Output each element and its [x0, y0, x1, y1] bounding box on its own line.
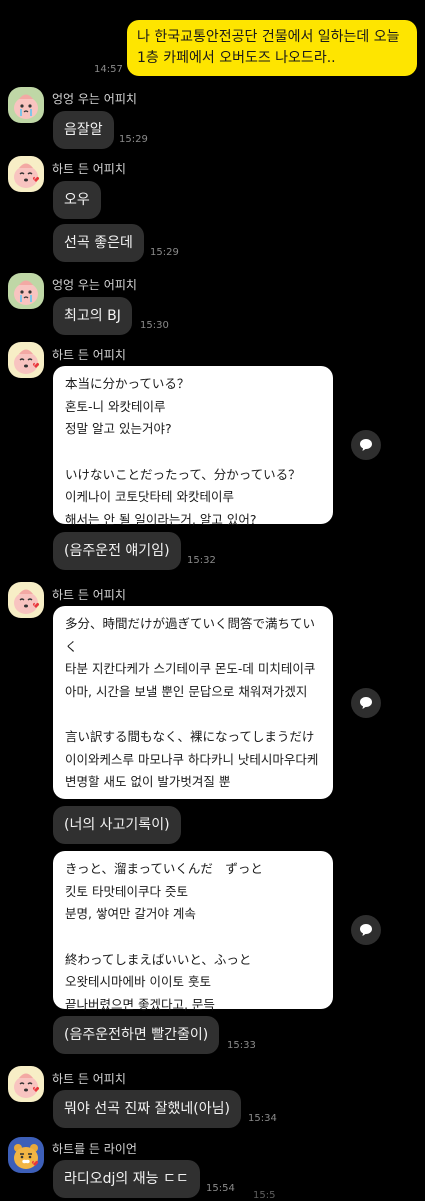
message-time: 15:30: [140, 320, 169, 331]
message-line: 타분 지칸다케가 스기테이쿠 몬도-데 미치테이쿠: [65, 661, 316, 676]
message-line: 해서는 안 될 일이라는거, 알고 있어?: [65, 511, 257, 527]
message-line: 이케나이 코토닷타테 와캇테이루: [65, 489, 234, 504]
message-line: く: [65, 638, 78, 654]
message-line: 아마, 시간을 보낼 뿐인 문답으로 채워져가겠지: [65, 683, 308, 699]
message-time: 15:34: [248, 1113, 277, 1124]
message-time: 15:54: [206, 1183, 235, 1194]
message-bubble[interactable]: 선곡 좋은데: [53, 224, 144, 262]
sender-name: 엉엉 우는 어피치: [52, 92, 137, 106]
message-bubble[interactable]: (음주운전하면 빨간줄이): [53, 1016, 220, 1054]
message-time: 15:29: [150, 247, 179, 258]
peach-avatar-icon[interactable]: [8, 1066, 44, 1102]
message-time: 15:29: [119, 134, 148, 145]
sender-name: 하트를 든 라이언: [52, 1142, 137, 1156]
sent-message-bubble[interactable]: 나 한국교통안전공단 건물에서 일하는데 오늘 1층 카페에서 오버도즈 나오드…: [127, 20, 417, 76]
message-time: 15:33: [227, 1040, 256, 1051]
message-bubble[interactable]: 라디오dj의 재능 ㄷㄷ: [53, 1160, 200, 1198]
sent-message-line: 1층 카페에서 오버도즈 나오드라..: [137, 50, 336, 66]
peach-avatar-icon[interactable]: [8, 87, 44, 123]
message-bubble[interactable]: 뭐야 선곡 진짜 잘했네(아님): [53, 1090, 241, 1128]
long-message-bubble[interactable]: 多分、時間だけが過ぎていく問答で満ちてい く 타분 지칸다케가 스기테이쿠 몬도…: [53, 606, 333, 799]
sender-name: 하트 든 어피치: [52, 1072, 126, 1086]
peach-avatar-icon[interactable]: [8, 156, 44, 192]
message-line: 이이와케스루 마모나쿠 하다카니 낫테시마우다케: [65, 751, 319, 767]
sender-name: 엉엉 우는 어피치: [52, 278, 137, 292]
share-icon[interactable]: [351, 915, 381, 945]
sent-message-line: 나 한국교통안전공단 건물에서 일하는데 오늘: [137, 29, 400, 45]
message-line: 本当に分かっている？: [65, 376, 190, 391]
message-bubble[interactable]: (음주운전 얘기임): [53, 532, 181, 570]
message-line: 정말 알고 있는거야?: [65, 421, 172, 436]
peach-avatar-icon[interactable]: [8, 273, 44, 309]
message-bubble[interactable]: 최고의 BJ: [53, 297, 132, 335]
message-line: 終わってしまえばいいと、ふっと: [65, 951, 252, 967]
message-time: 15:5: [253, 1190, 276, 1201]
long-message-bubble[interactable]: きっと、溜まっていくんだ ずっと 킷토 타맛테이쿠다 즛토 분명, 쌓여만 갈거…: [53, 851, 333, 1012]
message-time: 14:57: [94, 64, 123, 75]
message-line: いけないことだったって、分かっている？: [65, 466, 301, 482]
message-line: 言い訳する間もなく、裸になってしまうだけ: [65, 729, 315, 744]
message-line: 오왓테시마에바 이이토 훗토: [65, 974, 211, 989]
message-time: 15:32: [187, 555, 216, 566]
message-bubble[interactable]: 음잘알: [53, 111, 114, 149]
sender-name: 하트 든 어피치: [52, 348, 126, 362]
message-line: 분명, 쌓여만 갈거야 계속: [65, 906, 196, 921]
message-line: 혼토-니 와캇테이루: [65, 398, 166, 414]
message-bubble[interactable]: 오우: [53, 181, 101, 219]
sender-name: 하트 든 어피치: [52, 588, 126, 602]
peach-avatar-icon[interactable]: [8, 342, 44, 378]
share-icon[interactable]: [351, 688, 381, 718]
peach-avatar-icon[interactable]: [8, 582, 44, 618]
message-bubble[interactable]: (너의 사고기록이): [53, 806, 181, 844]
long-message-bubble[interactable]: 本当に分かっている？ 혼토-니 와캇테이루 정말 알고 있는거야? いけないこと…: [53, 366, 333, 527]
message-line: 多分、時間だけが過ぎていく問答で満ちてい: [65, 616, 316, 631]
sender-name: 하트 든 어피치: [52, 162, 126, 176]
message-line: きっと、溜まっていくんだ ずっと: [65, 861, 263, 876]
message-line: 끝나버렸으면 좋겠다고, 문득: [65, 996, 215, 1012]
ryan-avatar-icon[interactable]: [8, 1137, 44, 1173]
message-line: 킷토 타맛테이쿠다 즛토: [65, 883, 188, 899]
share-icon[interactable]: [351, 430, 381, 460]
message-line: 변명할 새도 없이 발가벗겨질 뿐: [65, 774, 231, 789]
